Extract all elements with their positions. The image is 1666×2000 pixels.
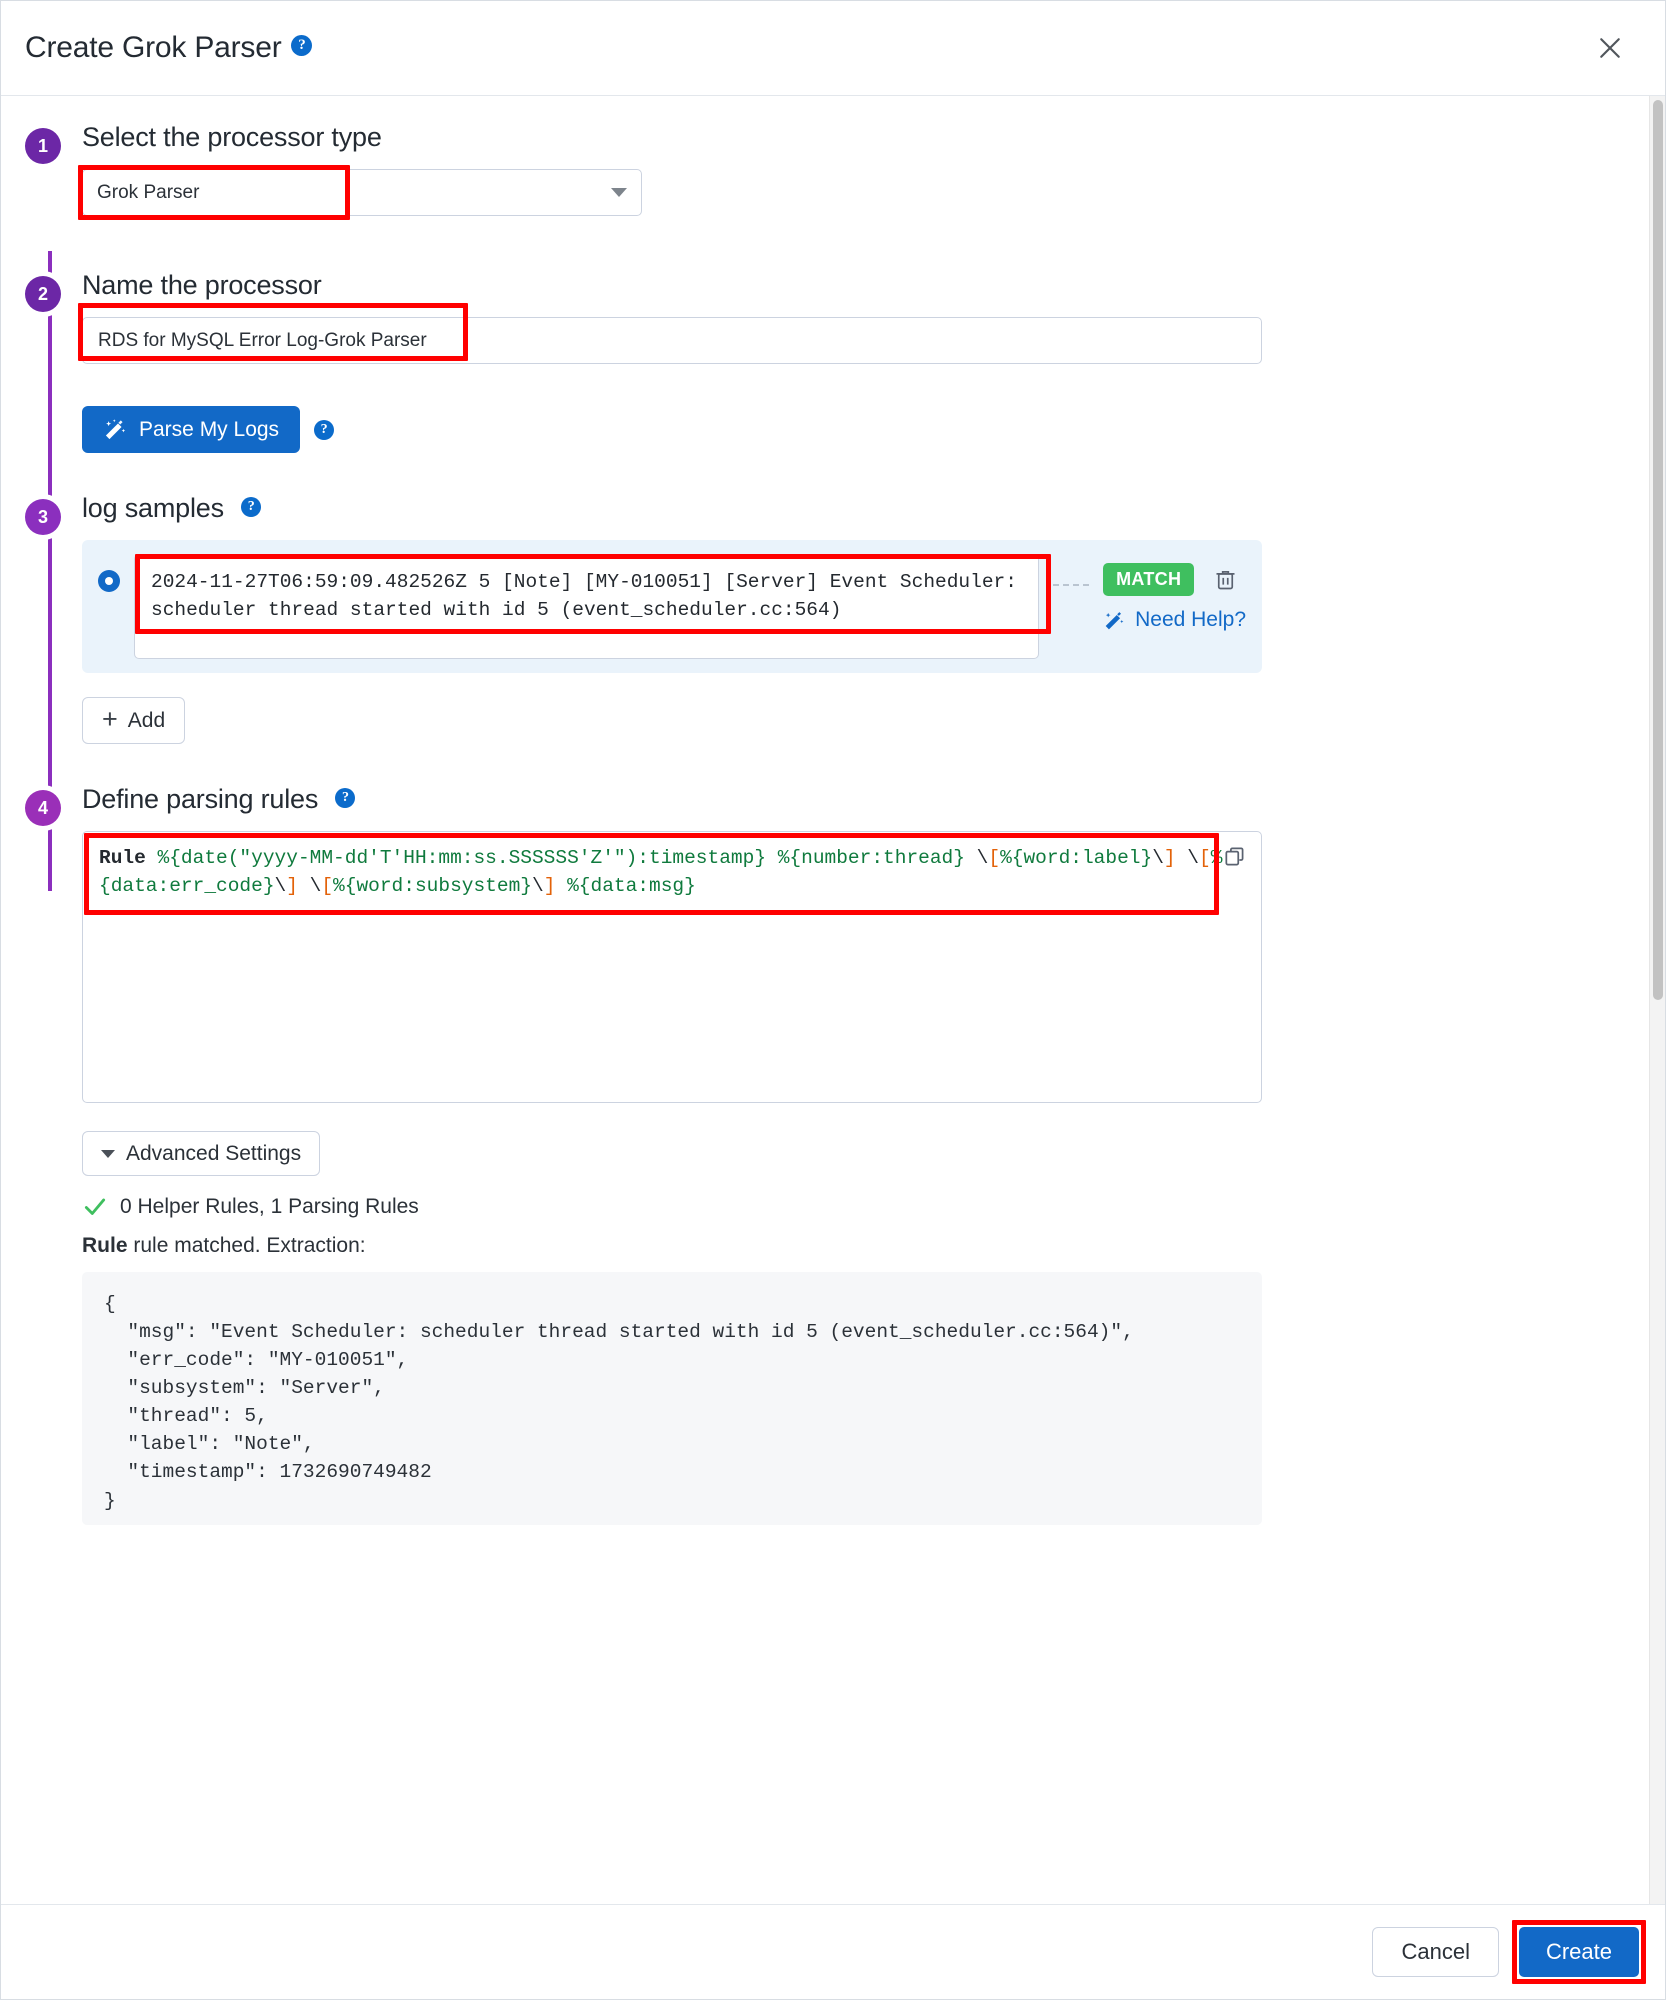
add-log-sample-label: Add xyxy=(127,708,166,732)
close-icon[interactable] xyxy=(1589,27,1631,69)
step-3-title-text: log samples xyxy=(82,493,224,523)
step-2-title: Name the processor xyxy=(82,270,322,300)
step-select-processor-type: 1 Select the processor type Grok Parser xyxy=(25,122,1621,224)
chevron-down-icon xyxy=(611,188,627,197)
help-circle-icon[interactable]: ? xyxy=(291,34,313,56)
step-1-title: Select the processor type xyxy=(82,122,382,152)
parse-my-logs-label: Parse My Logs xyxy=(139,417,280,441)
scrollbar-thumb[interactable] xyxy=(1653,100,1663,1000)
rules-summary-text: 0 Helper Rules, 1 Parsing Rules xyxy=(120,1195,419,1218)
create-button-wrap: Create xyxy=(1511,1920,1646,1984)
extraction-heading-text: rule matched. Extraction: xyxy=(127,1234,366,1257)
modal-header: Create Grok Parser ? xyxy=(1,1,1665,96)
copy-icon[interactable] xyxy=(1217,839,1253,875)
log-sample-input[interactable]: 2024-11-27T06:59:09.482526Z 5 [Note] [MY… xyxy=(134,554,1040,659)
step-badge-1: 1 xyxy=(25,128,61,164)
processor-name-wrap xyxy=(78,303,1262,364)
log-sample-input-wrap: 2024-11-27T06:59:09.482526Z 5 [Note] [MY… xyxy=(134,554,1051,659)
magic-wand-icon xyxy=(105,419,126,440)
add-log-sample-button[interactable]: + Add xyxy=(82,697,186,744)
modal-body: 1 Select the processor type Grok Parser … xyxy=(1,96,1665,1904)
processor-type-select-wrap: Grok Parser xyxy=(78,165,642,220)
trash-icon xyxy=(1216,571,1235,590)
sample-connector-dots xyxy=(1053,584,1090,586)
extraction-heading: Rule rule matched. Extraction: xyxy=(82,1234,1621,1258)
step-name-processor: 2 Name the processor RDS for MySQL Error… xyxy=(25,270,1621,453)
step-1-content: Select the processor type Grok Parser xyxy=(78,122,1621,224)
step-badge-4: 4 xyxy=(25,790,61,826)
advanced-settings-button[interactable]: Advanced Settings xyxy=(82,1131,321,1176)
parsing-rule-text: Rule %{date("yyyy-MM-dd'T'HH:mm:ss.SSSSS… xyxy=(99,847,1223,898)
cancel-button[interactable]: Cancel xyxy=(1372,1927,1499,1977)
parse-my-logs-help-icon[interactable]: ? xyxy=(314,419,335,440)
log-sample-status-row: MATCH xyxy=(1103,563,1239,596)
modal-footer: Cancel Create xyxy=(1,1904,1665,1999)
status-badge: MATCH xyxy=(1103,563,1195,596)
create-grok-parser-modal: Create Grok Parser ? 1 Select the proces… xyxy=(0,0,1666,2000)
step-3-content: log samples ? 2024-11-27T06:59:09.482526… xyxy=(82,493,1621,744)
extraction-rule-name: Rule xyxy=(82,1234,128,1257)
step-4-title-text: Define parsing rules xyxy=(82,784,319,814)
step-log-samples: 3 log samples ? 2024-11-27T06:59:09.4825… xyxy=(25,493,1621,744)
step-badge-3: 3 xyxy=(25,499,61,535)
magic-wand-icon xyxy=(1105,611,1124,629)
step-define-parsing-rules: 4 Define parsing rules ? Rule %{date("yy… xyxy=(25,784,1621,1525)
chevron-down-icon xyxy=(101,1149,115,1158)
modal-body-content: 1 Select the processor type Grok Parser … xyxy=(1,96,1649,1904)
log-sample-row: 2024-11-27T06:59:09.482526Z 5 [Note] [MY… xyxy=(82,540,1262,673)
plus-icon: + xyxy=(102,704,118,734)
parse-my-logs-button[interactable]: Parse My Logs xyxy=(82,406,301,453)
step-4-content: Define parsing rules ? Rule %{date("yyyy… xyxy=(82,784,1621,1525)
parse-my-logs-row: Parse My Logs ? xyxy=(82,406,1621,453)
check-icon xyxy=(84,1198,106,1215)
rules-summary-row: 0 Helper Rules, 1 Parsing Rules xyxy=(82,1194,1621,1220)
need-help-label: Need Help? xyxy=(1135,608,1246,631)
processor-name-input[interactable] xyxy=(82,317,1262,364)
page-title: Create Grok Parser xyxy=(25,31,282,64)
processor-type-value: Grok Parser xyxy=(97,181,200,203)
radio-selected-icon[interactable] xyxy=(98,570,120,592)
extraction-json-output: { "msg": "Event Scheduler: scheduler thr… xyxy=(82,1272,1262,1525)
step-badge-2: 2 xyxy=(25,276,61,312)
step-3-title: log samples ? xyxy=(82,493,1621,524)
create-button[interactable]: Create xyxy=(1518,1927,1639,1977)
step-2-content: Name the processor RDS for MySQL Error L… xyxy=(78,270,1621,453)
log-samples-help-icon[interactable]: ? xyxy=(241,496,262,517)
need-help-link[interactable]: Need Help? xyxy=(1103,608,1246,632)
vertical-scrollbar[interactable] xyxy=(1649,96,1665,1904)
advanced-settings-label: Advanced Settings xyxy=(126,1141,302,1165)
parsing-rules-editor[interactable]: Rule %{date("yyyy-MM-dd'T'HH:mm:ss.SSSSS… xyxy=(82,831,1262,1103)
log-sample-meta: MATCH Need Help? xyxy=(1103,554,1246,632)
step-4-title: Define parsing rules ? xyxy=(82,784,1621,815)
processor-type-select[interactable]: Grok Parser xyxy=(82,169,642,216)
parsing-rules-help-icon[interactable]: ? xyxy=(335,787,356,808)
